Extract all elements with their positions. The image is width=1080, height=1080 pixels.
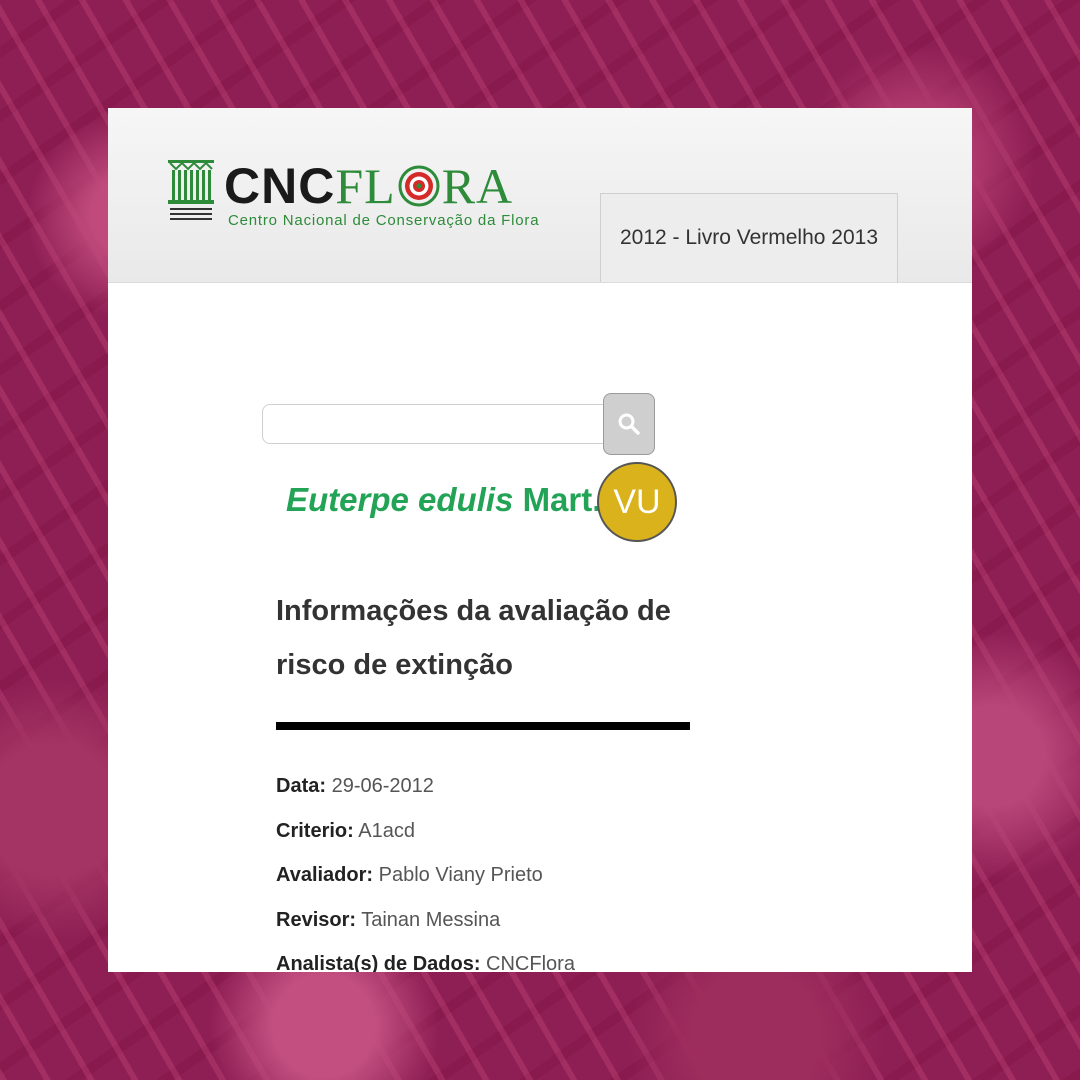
field-label: Data: bbox=[276, 775, 327, 797]
page-card: CNCFL RA Centro Nacional de Conservação d… bbox=[108, 108, 972, 972]
conservation-status-badge: VU bbox=[597, 462, 677, 542]
field-criterio: Criterio: A1acd bbox=[276, 809, 575, 854]
title-divider bbox=[276, 722, 690, 730]
field-label: Revisor: bbox=[276, 908, 357, 931]
species-name: Euterpe edulis Mart. bbox=[286, 480, 601, 520]
search-input[interactable] bbox=[262, 404, 608, 444]
cncflora-logo[interactable]: CNCFL RA Centro Nacional de Conservação d… bbox=[168, 158, 588, 238]
brand-ra: RA bbox=[441, 158, 514, 214]
species-author: Mart. bbox=[522, 481, 602, 518]
target-o-icon bbox=[398, 165, 440, 207]
field-analistas: Analista(s) de Dados: CNCFlora bbox=[276, 942, 575, 972]
field-value: A1acd bbox=[358, 819, 415, 842]
field-value: Pablo Viany Prieto bbox=[378, 864, 543, 886]
species-binomial: Euterpe edulis bbox=[286, 481, 514, 518]
field-label: Criterio: bbox=[276, 819, 354, 842]
brand-fl: FL bbox=[335, 158, 396, 214]
field-data: Data: 29-06-2012 bbox=[276, 764, 575, 809]
jardim-botanico-icon bbox=[168, 160, 214, 220]
tab-livro-vermelho[interactable]: 2012 - Livro Vermelho 2013 bbox=[600, 193, 898, 282]
search-icon bbox=[618, 413, 640, 435]
field-avaliador: Avaliador: Pablo Viany Prieto bbox=[276, 853, 575, 898]
assessment-title: Informações da avaliação de risco de ext… bbox=[276, 595, 671, 681]
field-label: Avaliador: bbox=[276, 864, 374, 886]
assessment-fields: Data: 29-06-2012 Criterio: A1acd Avaliad… bbox=[276, 764, 575, 972]
field-value: 29-06-2012 bbox=[331, 775, 434, 797]
field-value: Tainan Messina bbox=[361, 908, 501, 931]
brand-subtitle: Centro Nacional de Conservação da Flora bbox=[228, 212, 540, 229]
field-revisor: Revisor: Tainan Messina bbox=[276, 898, 575, 943]
brand-cnc: CNC bbox=[224, 158, 336, 214]
site-header: CNCFL RA Centro Nacional de Conservação d… bbox=[108, 108, 972, 283]
search-button[interactable] bbox=[603, 393, 655, 455]
field-label: Analista(s) de Dados: bbox=[276, 953, 481, 972]
field-value: CNCFlora bbox=[486, 953, 575, 972]
brand-wordmark: CNCFL RA bbox=[224, 158, 513, 214]
